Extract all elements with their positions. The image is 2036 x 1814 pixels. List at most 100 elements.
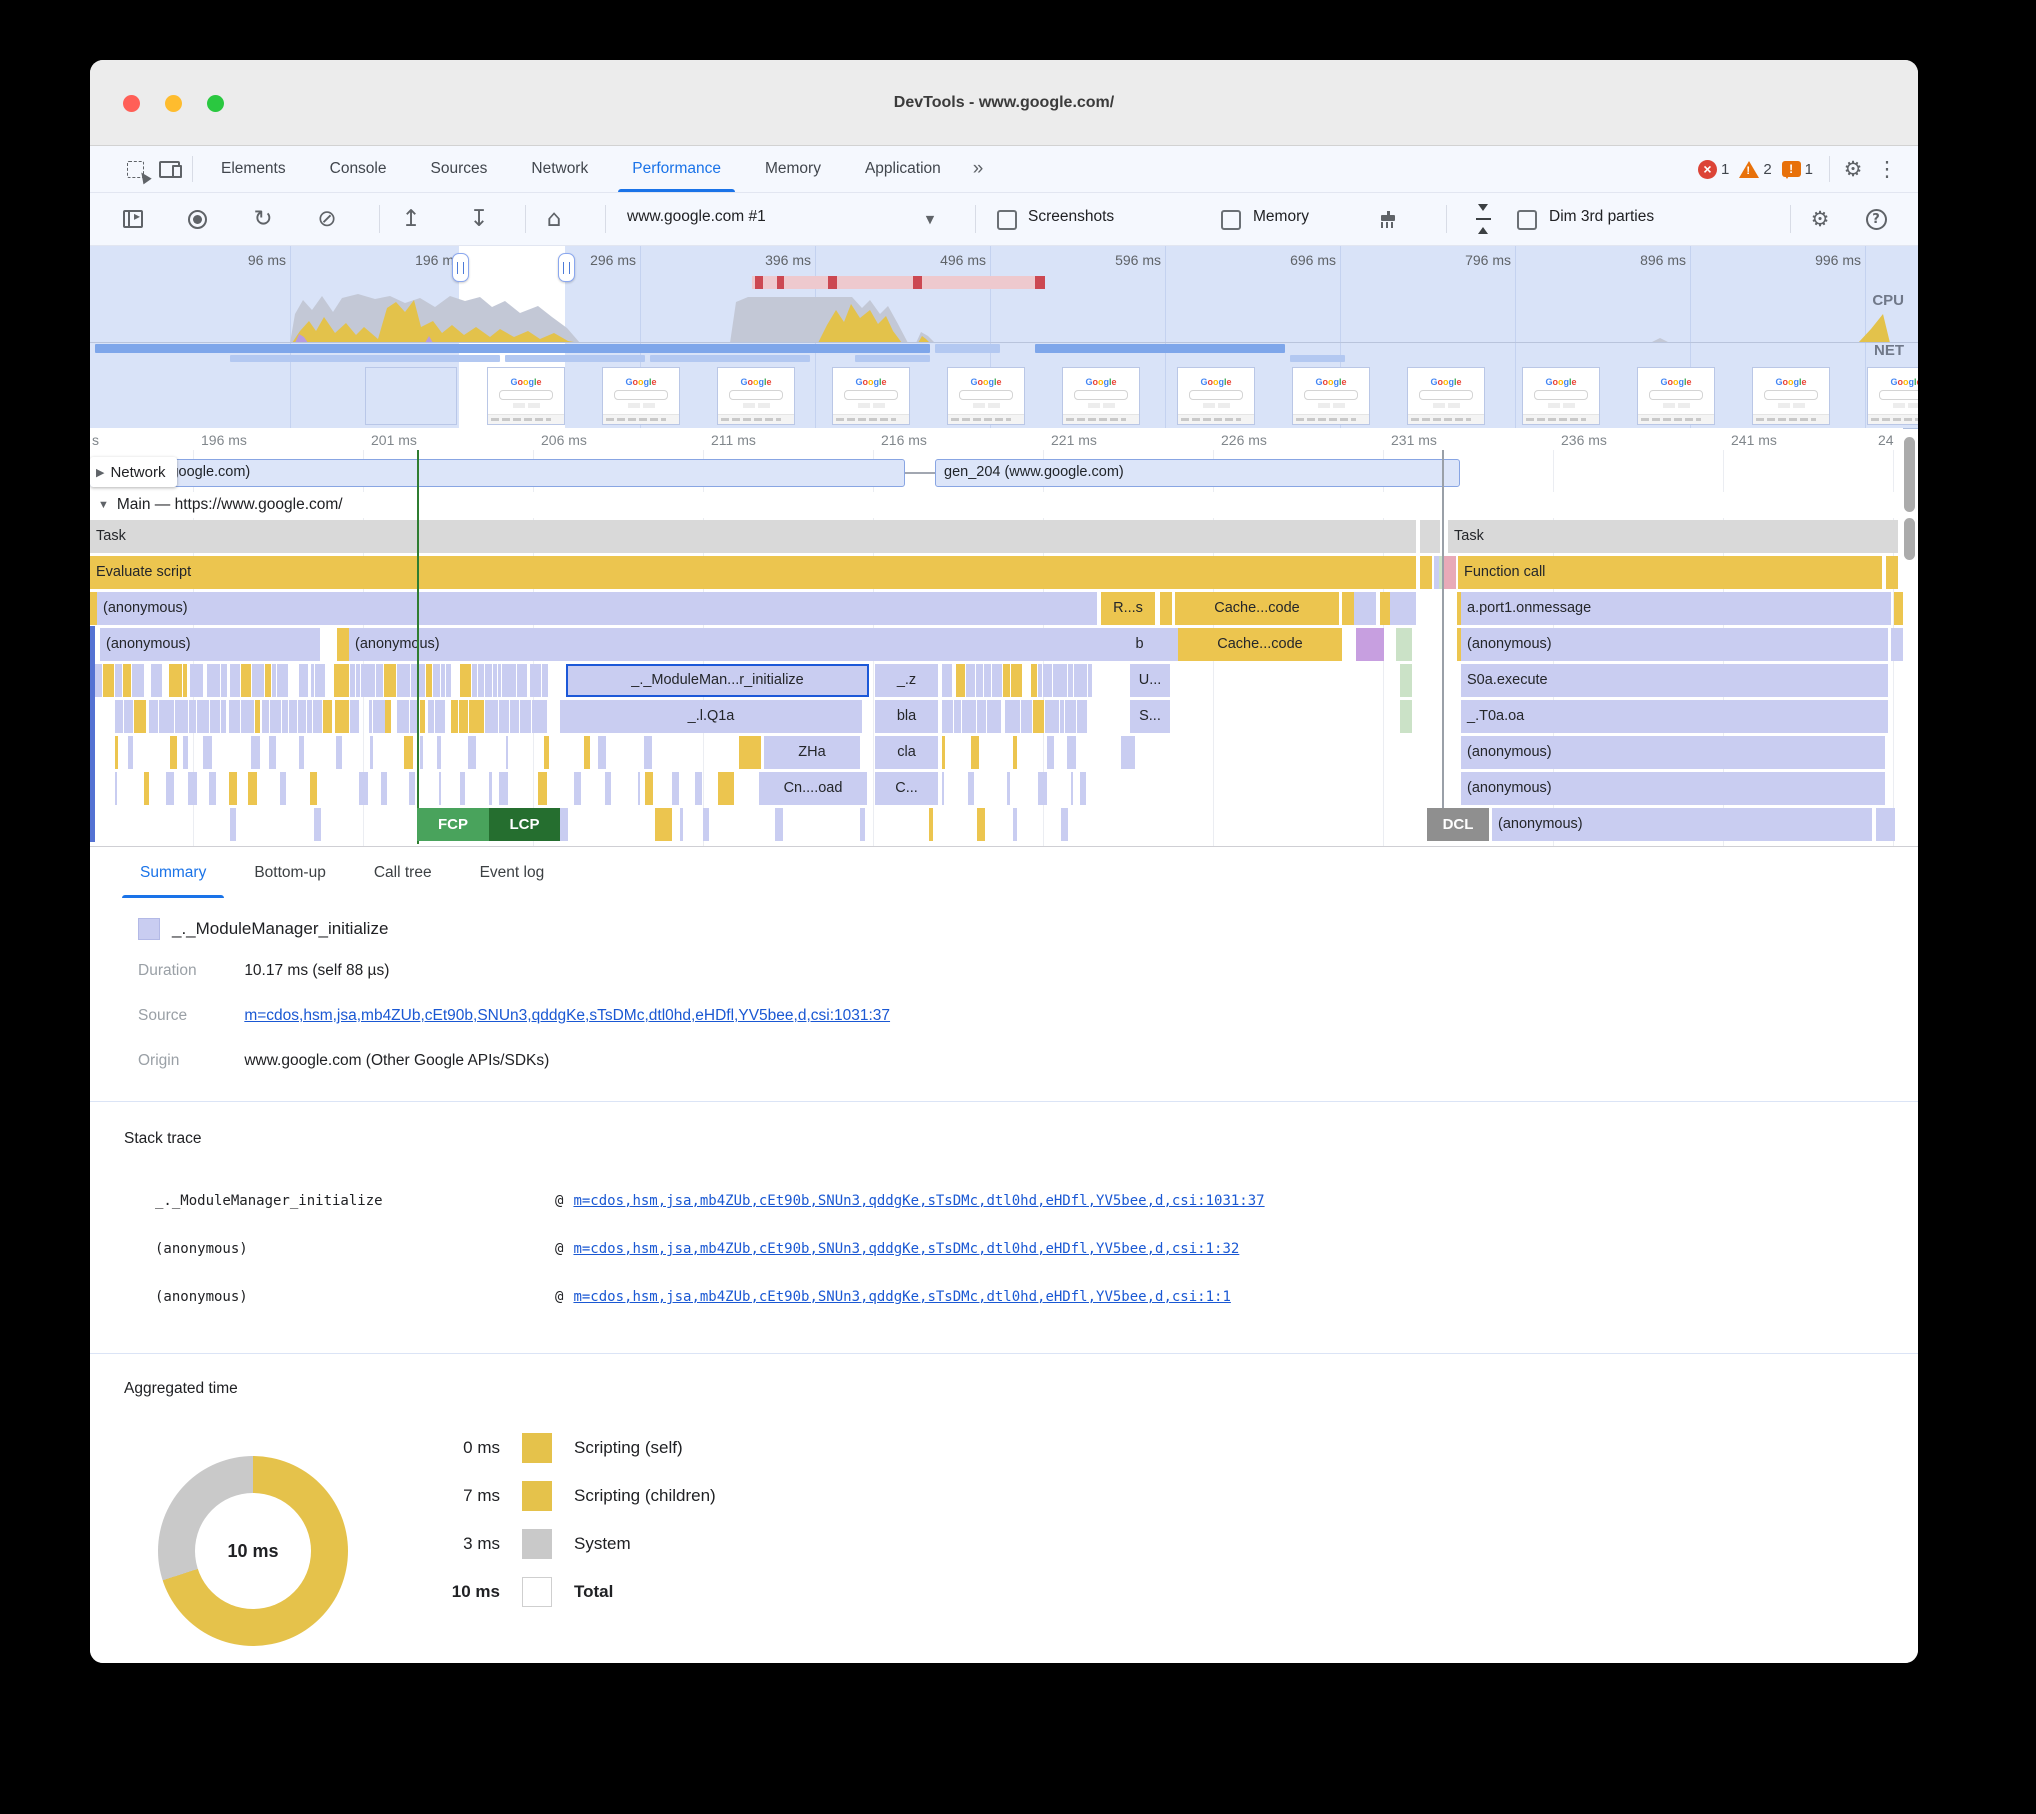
flame-bar[interactable] (359, 772, 368, 805)
flame-bar[interactable] (469, 700, 483, 733)
flame-bar[interactable] (460, 664, 471, 697)
flame-bar[interactable] (384, 664, 396, 697)
details-tab-event-log[interactable]: Event log (456, 848, 569, 898)
flame-bar[interactable] (584, 736, 590, 769)
flame-bar[interactable] (299, 736, 303, 769)
flame-bar[interactable] (197, 700, 208, 733)
clear-icon[interactable]: ⊘ (309, 201, 345, 237)
flame-bar[interactable] (428, 700, 434, 733)
flame-bar[interactable] (334, 664, 348, 697)
flame-bar[interactable] (251, 736, 260, 769)
flame-bar[interactable] (376, 664, 383, 697)
flame-bar--anonymous-[interactable]: (anonymous) (1461, 772, 1885, 805)
flame-bar[interactable] (337, 628, 349, 661)
flame-bar[interactable] (1390, 592, 1416, 625)
flame-bar[interactable] (397, 700, 409, 733)
flame-bar[interactable] (1013, 808, 1017, 841)
flame-bar[interactable] (397, 664, 410, 697)
flame-bar[interactable] (252, 664, 264, 697)
capture-settings-gear-icon[interactable]: ⚙ (1802, 201, 1838, 237)
flame-bar[interactable] (644, 736, 652, 769)
screenshot-thumb[interactable]: Google (1867, 367, 1918, 425)
flame-bar[interactable] (369, 700, 373, 733)
flame-bar[interactable] (420, 736, 422, 769)
flame-bar[interactable] (437, 736, 441, 769)
flame-bar--moduleman-r-initialize[interactable]: _._ModuleMan...r_initialize (566, 664, 869, 697)
flame-bar[interactable] (1060, 700, 1064, 733)
flame-bar[interactable] (248, 772, 258, 805)
flame-bar[interactable] (229, 700, 240, 733)
flame-bar--z[interactable]: _.z (875, 664, 938, 697)
flame-bar[interactable] (645, 772, 653, 805)
flame-bar[interactable] (310, 772, 317, 805)
flame-bar[interactable] (289, 700, 297, 733)
flame-bar[interactable] (313, 700, 322, 733)
flame-bar[interactable] (221, 700, 226, 733)
flame-bar[interactable] (134, 700, 146, 733)
source-link[interactable]: m=cdos,hsm,jsa,mb4ZUb,cEt90b,SNUn3,qddgK… (244, 1007, 890, 1024)
flame-bar[interactable] (1077, 700, 1087, 733)
flame-bar[interactable] (493, 664, 498, 697)
flame-bar-r-s[interactable]: R...s (1101, 592, 1155, 625)
flame-bar[interactable] (542, 664, 548, 697)
marker-badge-dcl[interactable]: DCL (1427, 808, 1489, 841)
more-tabs-icon[interactable]: » (963, 146, 994, 192)
collapse-icon[interactable] (1465, 201, 1501, 237)
flame-bar[interactable] (1021, 700, 1032, 733)
home-icon[interactable]: ⌂ (536, 201, 572, 237)
screenshots-label[interactable]: Screenshots (1028, 208, 1114, 226)
flame-bar[interactable] (123, 664, 132, 697)
device-toolbar-icon[interactable] (152, 152, 186, 186)
flame-bar[interactable] (1400, 700, 1412, 733)
flame-bar[interactable] (189, 700, 196, 733)
flame-bar[interactable] (270, 700, 282, 733)
flame-bar[interactable] (992, 664, 1002, 697)
flame-bar[interactable] (1068, 664, 1073, 697)
flame-bar--anonymous-[interactable]: (anonymous) (1461, 628, 1888, 661)
flame-bar[interactable] (1886, 556, 1898, 589)
flame-bar[interactable] (115, 664, 121, 697)
flame-bar[interactable] (1038, 772, 1048, 805)
flame-bar[interactable] (1342, 592, 1354, 625)
flame-bar--anonymous-[interactable]: (anonymous) (1492, 808, 1872, 841)
flame-bar-s-[interactable]: S... (1130, 700, 1170, 733)
flame-bar[interactable] (115, 772, 117, 805)
flame-bar[interactable] (1065, 700, 1076, 733)
tab-memory[interactable]: Memory (743, 146, 843, 192)
flame-bar[interactable] (169, 664, 182, 697)
screenshot-thumb[interactable]: Google (1292, 367, 1370, 425)
tab-application[interactable]: Application (843, 146, 963, 192)
flame-bar[interactable] (277, 664, 288, 697)
dim-third-parties-checkbox[interactable] (1517, 210, 1537, 230)
flame-bar[interactable] (381, 772, 387, 805)
flame-bar[interactable] (335, 700, 349, 733)
flame-bar[interactable] (971, 736, 978, 769)
flame-bar-s0a-execute[interactable]: S0a.execute (1461, 664, 1888, 697)
details-tab-bottom-up[interactable]: Bottom-up (230, 848, 350, 898)
flame-bar[interactable] (420, 700, 425, 733)
flame-bar[interactable] (241, 700, 255, 733)
flame-bar[interactable] (1160, 592, 1172, 625)
flame-bar[interactable] (1031, 664, 1038, 697)
flame-bar[interactable] (530, 664, 541, 697)
flame-bar[interactable] (672, 772, 680, 805)
flame-bar[interactable] (478, 664, 483, 697)
flame-bar[interactable] (404, 736, 413, 769)
flame-bar[interactable] (517, 664, 527, 697)
flame-bar[interactable] (230, 664, 240, 697)
flame-bar[interactable] (1047, 736, 1054, 769)
flame-bar-function-call[interactable]: Function call (1458, 556, 1882, 589)
flame-bar[interactable] (1121, 736, 1135, 769)
flame-bar--anonymous-[interactable]: (anonymous) (97, 592, 1097, 625)
screenshot-thumb[interactable]: Google (947, 367, 1025, 425)
disclosure-triangle-icon[interactable]: ▼ (98, 499, 109, 511)
flame-bar[interactable] (1038, 664, 1042, 697)
flame-bar[interactable] (315, 664, 325, 697)
flame-bar[interactable] (520, 700, 531, 733)
flame-bar[interactable] (210, 700, 221, 733)
flame-bar-bla[interactable]: bla (875, 700, 938, 733)
memory-checkbox[interactable] (1221, 210, 1241, 230)
flame-bar-cache-code[interactable]: Cache...code (1175, 592, 1339, 625)
flame-bar[interactable] (441, 664, 445, 697)
flame-bar[interactable] (373, 700, 384, 733)
